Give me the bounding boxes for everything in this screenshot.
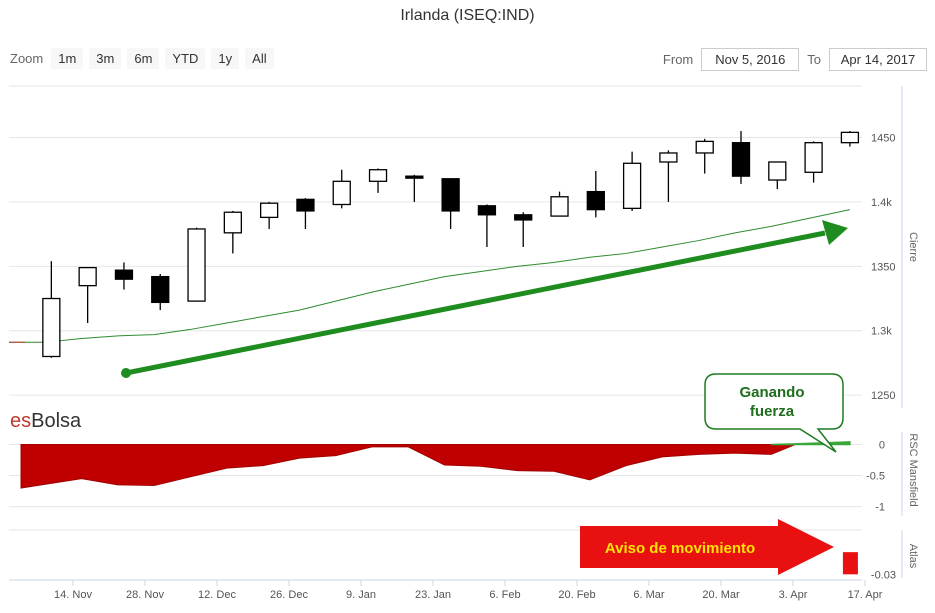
rsc-negative-area [20,443,850,489]
callout-bubble: Ganando fuerza [704,373,844,453]
x-tick-label: 6. Mar [633,589,665,601]
x-tick-label: 14. Nov [54,589,92,601]
x-tick-label: 23. Jan [415,589,451,601]
x-tick-label: 17. Apr [848,589,883,601]
callout-line-2: fuerza [750,403,795,420]
candle-body [768,161,787,181]
candle-body [332,180,351,206]
stock-chart: 1450 1.4k 1350 1.3k 1250 0 -0.5 -1 -0.03 14. Nov 2… [9,85,919,601]
candle [259,201,279,229]
candle-body [296,198,315,212]
price-tick-label: 1.4k [871,197,892,209]
candle [622,151,642,211]
candle [550,191,569,217]
candle-body [659,152,678,163]
grid-lines [9,85,903,586]
candle-body [840,131,860,144]
x-tick-label: 12. Dec [198,589,236,601]
x-tick-label: 28. Nov [126,589,164,601]
price-tick-label: 1350 [871,261,895,273]
rsc-positive-area [771,441,851,446]
pane-title-atlas: Atlas [907,544,919,569]
candle-body [187,228,206,302]
candle-body [42,297,61,358]
candle-body [695,140,714,154]
candle [187,227,206,302]
candle-body [550,196,569,217]
candle-body [78,266,97,287]
rsc-tick-label: 0 [879,439,885,451]
candle [695,138,714,174]
candle [296,198,315,229]
x-tick-label: 3. Apr [779,589,808,601]
pane-title-rsc: RSC Mansfield [907,433,919,506]
candle-body [368,169,388,182]
candle-body [731,142,751,177]
candle-body [223,211,242,234]
candle [477,204,497,247]
candle [405,174,424,202]
warning-arrow: Aviso de movimiento [580,519,834,575]
price-tick-label: 1450 [871,133,895,145]
candle-body [586,190,605,211]
candle-body [477,205,497,216]
candle-body [622,162,642,210]
atlas-tick-label: -0.03 [871,569,896,581]
x-tick-label: 20. Mar [702,589,740,601]
candle-body [514,214,533,221]
warning-text: Aviso de movimiento [605,540,755,557]
candle [332,169,351,209]
x-tick-label: 26. Dec [270,589,308,601]
rsc-tick-label: -0.5 [866,471,885,483]
rsc-mansfield-area [20,441,851,489]
moving-average [9,209,851,343]
trend-arrow [121,220,848,378]
candle [514,212,533,247]
price-tick-label: 1250 [871,390,895,402]
candle [78,266,97,323]
candle [768,161,787,190]
candle-body [441,178,460,212]
brand-logo: esBolsa [10,410,82,432]
x-tick-label: 20. Feb [558,589,595,601]
candle [368,168,388,193]
candle [42,261,61,358]
brand-es: es [10,410,31,432]
candle-body [804,142,823,173]
candle [586,171,605,218]
candle [804,141,823,183]
atlas-bar [842,552,858,575]
candle [223,210,242,254]
candle [441,178,460,229]
candle [840,131,860,147]
candlesticks [42,131,860,358]
price-tick-label: 1.3k [871,326,892,338]
rsc-tick-label: -1 [875,502,885,514]
candle-body [114,269,134,280]
callout-line-1: Ganando [739,384,804,401]
candle [659,150,678,202]
candle-body [259,202,279,219]
ma-line [9,209,851,343]
candle [151,274,170,311]
candle-body [405,175,424,179]
x-tick-label: 9. Jan [346,589,376,601]
brand-bolsa: Bolsa [31,410,82,432]
candle [731,131,751,184]
pane-title-cierre: Cierre [907,232,919,262]
atlas-bars [842,552,858,575]
x-tick-label: 6. Feb [489,589,520,601]
candle-body [151,275,170,304]
